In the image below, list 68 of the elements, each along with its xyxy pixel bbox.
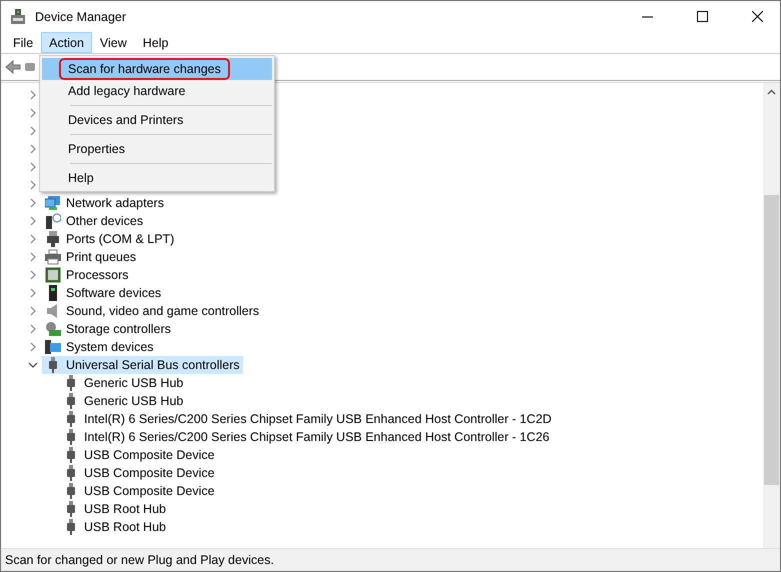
expand-chevron-icon[interactable] (28, 342, 38, 352)
collapse-chevron-icon[interactable] (28, 360, 38, 370)
usb-plug-icon (49, 357, 57, 373)
menu-item[interactable]: Help (134, 32, 176, 53)
expand-chevron-icon[interactable] (28, 252, 38, 262)
usb-plug-icon (67, 411, 75, 427)
menu-item[interactable]: Action (41, 32, 92, 53)
tree-item[interactable]: Universal Serial Bus controllers (42, 356, 243, 374)
tree-item[interactable]: Network adapters (42, 194, 167, 212)
tree-item[interactable]: USB Composite Device (60, 482, 218, 500)
window-title: Device Manager (35, 10, 128, 24)
device-manager-icon (10, 8, 26, 24)
tree-item[interactable]: Sound, video and game controllers (42, 302, 262, 320)
usb-plug-icon (67, 393, 75, 409)
usb-plug-icon (67, 501, 75, 517)
expand-chevron-icon[interactable] (28, 144, 38, 154)
tree-item[interactable]: System devices (42, 338, 157, 356)
expand-chevron-icon[interactable] (28, 198, 38, 208)
usb-plug-icon (67, 483, 75, 499)
tree-item[interactable]: USB Composite Device (60, 464, 218, 482)
usb-plug-icon (67, 375, 75, 391)
expand-chevron-icon[interactable] (28, 216, 38, 226)
tree-item[interactable]: Generic USB Hub (60, 374, 186, 392)
expand-chevron-icon[interactable] (28, 162, 38, 172)
expand-chevron-icon[interactable] (28, 234, 38, 244)
usb-plug-icon (67, 447, 75, 463)
expand-chevron-icon[interactable] (28, 126, 38, 136)
tree-item[interactable]: USB Root Hub (60, 518, 169, 536)
storage-controller-icon (45, 321, 61, 337)
usb-plug-icon (67, 429, 75, 445)
tree-item[interactable]: USB Root Hub (60, 500, 169, 518)
status-text: Scan for changed or new Plug and Play devices. (5, 553, 274, 567)
tree-item[interactable]: Other devices (42, 212, 146, 230)
computer-icon (45, 339, 61, 355)
tree-item[interactable]: Intel(R) 6 Series/C200 Series Chipset Family USB Enhanced Host Controller - 1C26 (60, 428, 552, 446)
expand-chevron-icon[interactable] (28, 108, 38, 118)
menu-item[interactable]: Add legacy hardware (42, 80, 272, 102)
printer-icon (45, 249, 61, 265)
expand-chevron-icon[interactable] (28, 90, 38, 100)
menu-item[interactable]: View (92, 32, 135, 53)
menu-item[interactable]: Scan for hardware changes (42, 58, 272, 80)
scroll-thumb[interactable] (764, 195, 779, 485)
usb-plug-icon (67, 465, 75, 481)
port-icon (45, 231, 61, 247)
tree-item[interactable]: Storage controllers (42, 320, 174, 338)
question-device-icon (45, 213, 61, 229)
maximize-icon (696, 11, 708, 22)
scroll-up-icon[interactable] (767, 88, 776, 94)
toolbar-icon[interactable] (25, 63, 35, 71)
tree-item[interactable]: Ports (COM & LPT) (42, 230, 178, 248)
close-icon (752, 11, 762, 22)
usb-plug-icon (67, 519, 75, 535)
chip-icon (45, 267, 61, 283)
back-arrow-icon[interactable] (5, 60, 21, 74)
tree-item[interactable]: Software devices (42, 284, 164, 302)
tree-item[interactable]: USB Composite Device (60, 446, 218, 464)
expand-chevron-icon[interactable] (28, 180, 38, 190)
menu-item[interactable]: File (5, 32, 42, 53)
monitor-icon (45, 195, 61, 211)
scrollbar[interactable] (763, 83, 780, 548)
tree-item[interactable]: Print queues (42, 248, 140, 266)
expand-chevron-icon[interactable] (28, 288, 38, 298)
tree-item[interactable]: Generic USB Hub (60, 392, 186, 410)
tree-item[interactable]: Processors (42, 266, 132, 284)
expand-chevron-icon[interactable] (28, 306, 38, 316)
tree-item[interactable]: Intel(R) 6 Series/C200 Series Chipset Family USB Enhanced Host Controller - 1C2D (60, 410, 555, 428)
expand-chevron-icon[interactable] (28, 270, 38, 280)
expand-chevron-icon[interactable] (28, 324, 38, 334)
